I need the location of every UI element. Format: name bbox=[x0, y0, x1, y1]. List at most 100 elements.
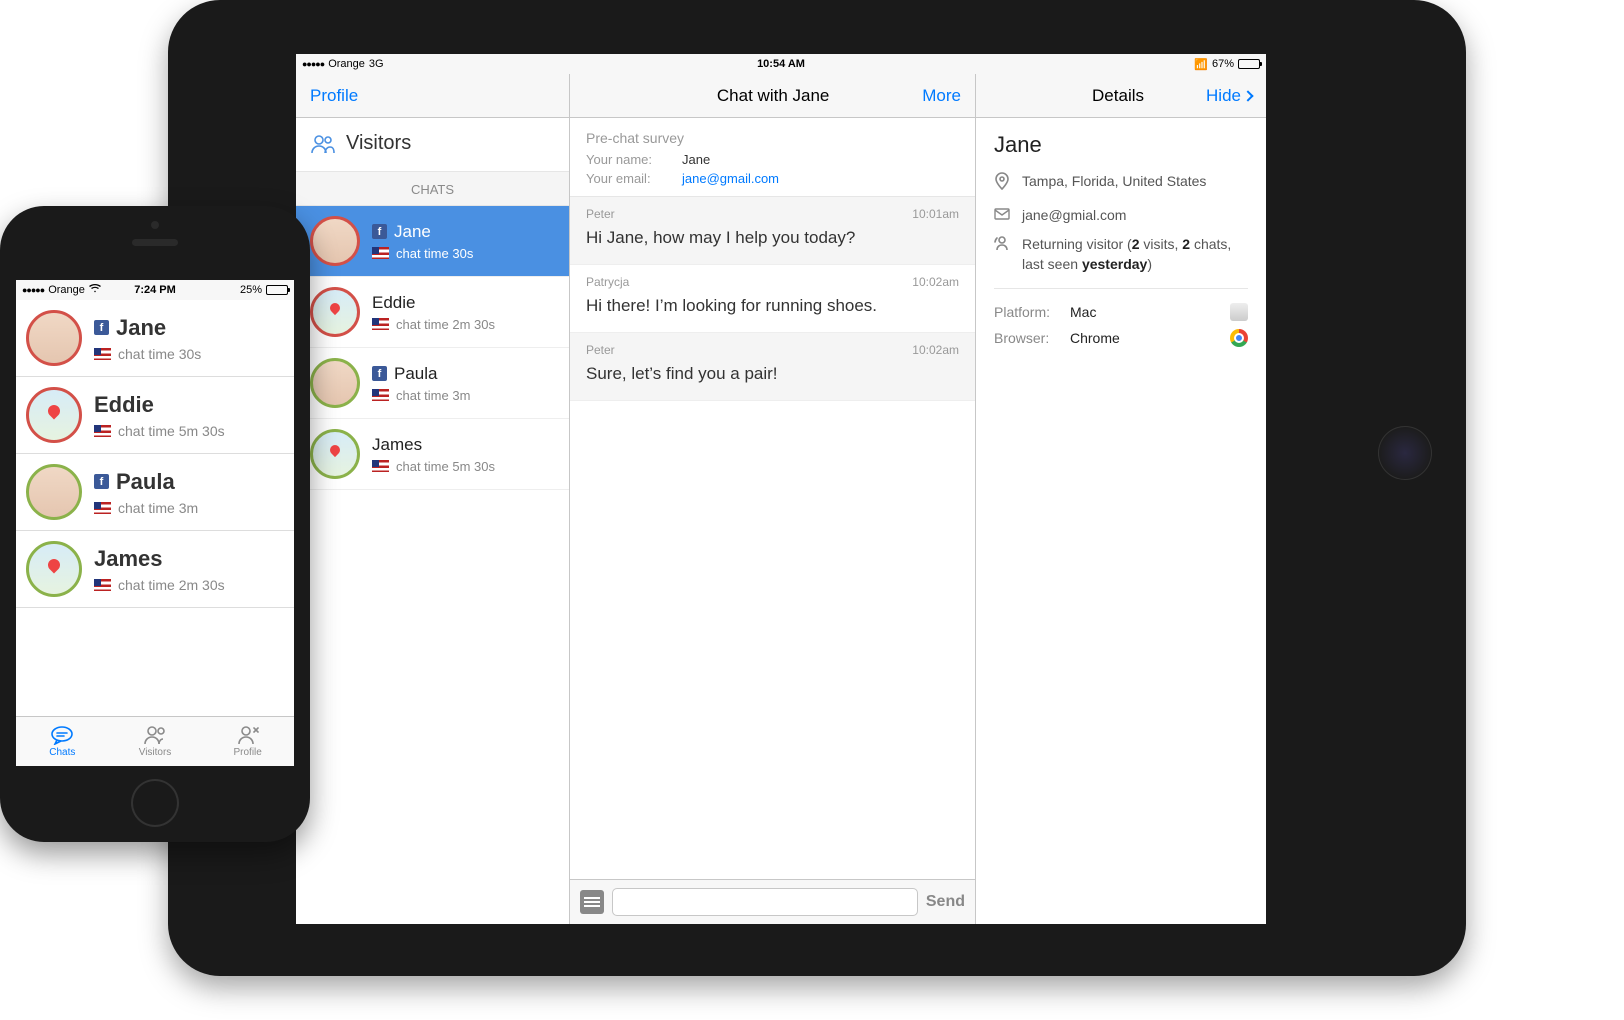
ipad-home-button[interactable] bbox=[1378, 426, 1432, 480]
chat-name: Eddie bbox=[94, 392, 154, 418]
facebook-icon: f bbox=[94, 320, 109, 335]
avatar bbox=[26, 310, 82, 366]
chat-time: chat time 2m 30s bbox=[396, 317, 495, 332]
tab-chats[interactable]: Chats bbox=[16, 717, 109, 766]
avatar bbox=[26, 387, 82, 443]
iphone-screen: ●●●●● Orange 7:24 PM 25% f Jane chat tim… bbox=[16, 280, 294, 766]
visitor-name: Jane bbox=[994, 132, 1248, 158]
us-flag-icon bbox=[372, 460, 389, 472]
message: Patrycja 10:02am Hi there! I’m looking f… bbox=[570, 265, 975, 333]
message-body: Hi Jane, how may I help you today? bbox=[586, 227, 959, 250]
details-panel: Jane Tampa, Florida, United States jane@… bbox=[976, 118, 1266, 924]
prechat-name-label: Your name: bbox=[586, 152, 668, 167]
iphone-chat-list: f Jane chat time 30s Eddie chat time 5m … bbox=[16, 300, 294, 608]
signal-dots-icon: ●●●●● bbox=[22, 285, 44, 295]
us-flag-icon bbox=[372, 318, 389, 330]
platform-label: Platform: bbox=[994, 304, 1070, 320]
chat-list-item[interactable]: f Paula chat time 3m bbox=[296, 348, 569, 419]
avatar bbox=[310, 287, 360, 337]
chat-name: James bbox=[94, 546, 163, 572]
chat-name: Paula bbox=[116, 469, 175, 495]
ipad-screen: ●●●●● Orange 3G 10:54 AM 📶 67% Profile C… bbox=[296, 54, 1266, 924]
prechat-title: Pre-chat survey bbox=[586, 130, 959, 146]
carrier-label: Orange bbox=[328, 58, 365, 70]
chat-list-item[interactable]: Eddie chat time 5m 30s bbox=[16, 377, 294, 454]
browser-value: Chrome bbox=[1070, 330, 1230, 346]
prechat-email-value[interactable]: jane@gmail.com bbox=[682, 171, 779, 186]
chat-list-item[interactable]: James chat time 5m 30s bbox=[296, 419, 569, 490]
battery-icon bbox=[1238, 59, 1260, 69]
visitor-email[interactable]: jane@gmial.com bbox=[1022, 206, 1126, 226]
message-input[interactable] bbox=[612, 888, 918, 916]
avatar bbox=[310, 216, 360, 266]
avatar bbox=[310, 358, 360, 408]
avatar bbox=[26, 464, 82, 520]
message-time: 10:02am bbox=[912, 275, 959, 289]
profile-icon bbox=[236, 725, 260, 745]
iphone-home-button[interactable] bbox=[131, 779, 179, 827]
chat-time: chat time 30s bbox=[118, 346, 201, 362]
browser-label: Browser: bbox=[994, 330, 1070, 346]
chevron-right-icon bbox=[1242, 90, 1253, 101]
message: Peter 10:01am Hi Jane, how may I help yo… bbox=[570, 197, 975, 265]
avatar bbox=[26, 541, 82, 597]
us-flag-icon bbox=[94, 348, 111, 360]
iphone-statusbar: ●●●●● Orange 7:24 PM 25% bbox=[16, 280, 294, 300]
message-composer: Send bbox=[570, 879, 975, 924]
battery-icon bbox=[266, 285, 288, 295]
chat-list-item[interactable]: Eddie chat time 2m 30s bbox=[296, 277, 569, 348]
iphone-device: ●●●●● Orange 7:24 PM 25% f Jane chat tim… bbox=[0, 206, 310, 842]
chat-bubble-icon bbox=[50, 725, 74, 745]
message-time: 10:02am bbox=[912, 343, 959, 357]
visitors-label: Visitors bbox=[346, 132, 411, 155]
visitors-header[interactable]: Visitors bbox=[296, 118, 569, 172]
network-label: 3G bbox=[369, 58, 384, 70]
message-body: Hi there! I’m looking for running shoes. bbox=[586, 295, 959, 318]
visitor-stats: Returning visitor (2 visits, 2 chats, la… bbox=[1022, 235, 1231, 274]
clock: 10:54 AM bbox=[757, 58, 805, 70]
profile-button[interactable]: Profile bbox=[310, 86, 358, 106]
tab-profile[interactable]: Profile bbox=[201, 717, 294, 766]
chat-name: James bbox=[372, 435, 422, 455]
message-author: Peter bbox=[586, 343, 615, 357]
chat-time: chat time 2m 30s bbox=[118, 577, 225, 593]
message-time: 10:01am bbox=[912, 207, 959, 221]
chat-time: chat time 3m bbox=[118, 500, 198, 516]
returning-visitor-icon bbox=[994, 235, 1012, 257]
chat-time: chat time 30s bbox=[396, 246, 473, 261]
ipad-device: ●●●●● Orange 3G 10:54 AM 📶 67% Profile C… bbox=[168, 0, 1466, 976]
us-flag-icon bbox=[94, 579, 111, 591]
visitors-icon bbox=[143, 725, 167, 745]
canned-responses-button[interactable] bbox=[580, 890, 604, 914]
visitors-icon bbox=[310, 133, 336, 155]
hide-button[interactable]: Hide bbox=[1206, 86, 1252, 106]
chat-list-item[interactable]: f Paula chat time 3m bbox=[16, 454, 294, 531]
prechat-email-label: Your email: bbox=[586, 171, 668, 186]
chat-name: Paula bbox=[394, 364, 437, 384]
message-author: Patrycja bbox=[586, 275, 629, 289]
facebook-icon: f bbox=[372, 224, 387, 239]
chat-time: chat time 3m bbox=[396, 388, 470, 403]
facebook-icon: f bbox=[94, 474, 109, 489]
platform-value: Mac bbox=[1070, 304, 1230, 320]
us-flag-icon bbox=[372, 389, 389, 401]
avatar bbox=[310, 429, 360, 479]
iphone-tabbar: Chats Visitors Profile bbox=[16, 716, 294, 766]
carrier-label: Orange bbox=[48, 284, 85, 296]
send-button[interactable]: Send bbox=[926, 893, 965, 911]
battery-label: 25% bbox=[240, 284, 262, 296]
chat-list-item[interactable]: James chat time 2m 30s bbox=[16, 531, 294, 608]
tab-visitors[interactable]: Visitors bbox=[109, 717, 202, 766]
chat-time: chat time 5m 30s bbox=[396, 459, 495, 474]
chrome-icon bbox=[1230, 329, 1248, 347]
clock: 7:24 PM bbox=[134, 284, 176, 296]
battery-label: 67% bbox=[1212, 58, 1234, 70]
chat-list-item[interactable]: f Jane chat time 30s bbox=[296, 206, 569, 277]
message-author: Peter bbox=[586, 207, 615, 221]
chat-list-item[interactable]: f Jane chat time 30s bbox=[16, 300, 294, 377]
facebook-icon: f bbox=[372, 366, 387, 381]
prechat-survey: Pre-chat survey Your name: Jane Your ema… bbox=[570, 118, 975, 197]
bluetooth-icon: 📶 bbox=[1194, 58, 1208, 71]
us-flag-icon bbox=[94, 502, 111, 514]
more-button[interactable]: More bbox=[922, 86, 961, 106]
